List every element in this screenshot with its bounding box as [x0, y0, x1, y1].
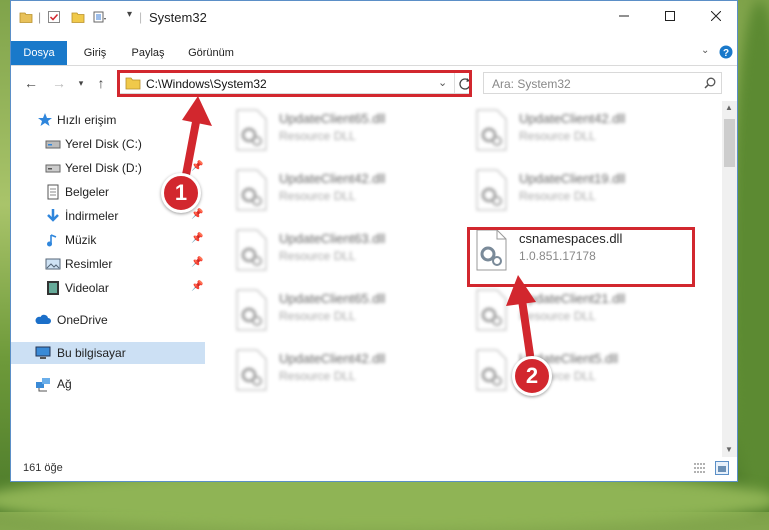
arrow-2	[506, 275, 536, 359]
annotation-arrows	[182, 96, 536, 359]
step-badge-2: 2	[512, 356, 552, 396]
arrow-1	[182, 96, 212, 179]
step-badge-1: 1	[161, 173, 201, 213]
